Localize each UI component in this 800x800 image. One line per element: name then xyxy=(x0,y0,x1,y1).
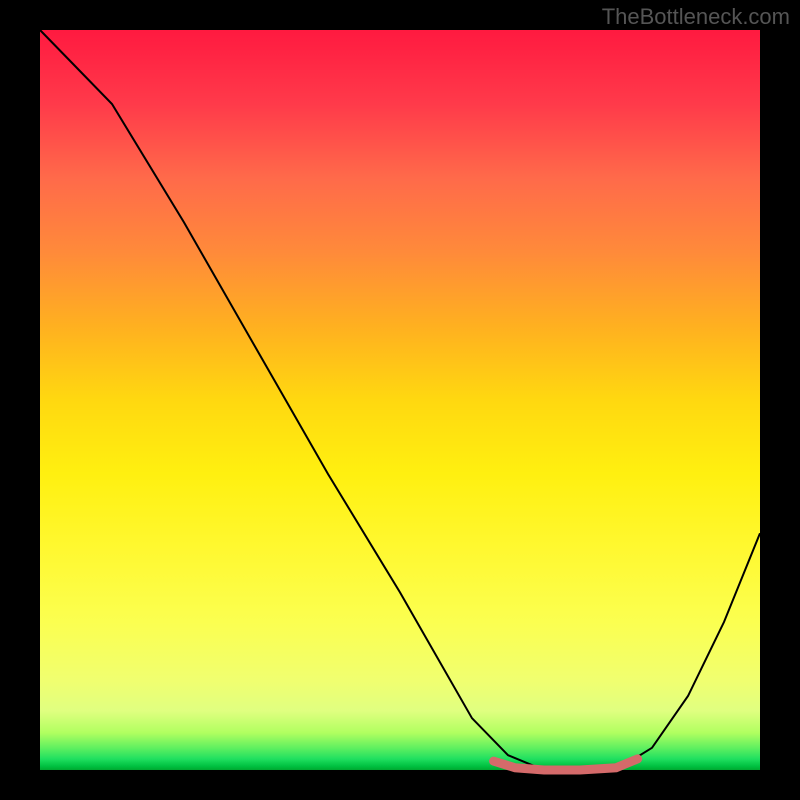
plateau-highlight xyxy=(494,759,638,770)
chart-svg xyxy=(40,30,760,770)
chart-plot-area xyxy=(40,30,760,770)
watermark-text: TheBottleneck.com xyxy=(602,4,790,30)
bottleneck-curve xyxy=(40,30,760,770)
